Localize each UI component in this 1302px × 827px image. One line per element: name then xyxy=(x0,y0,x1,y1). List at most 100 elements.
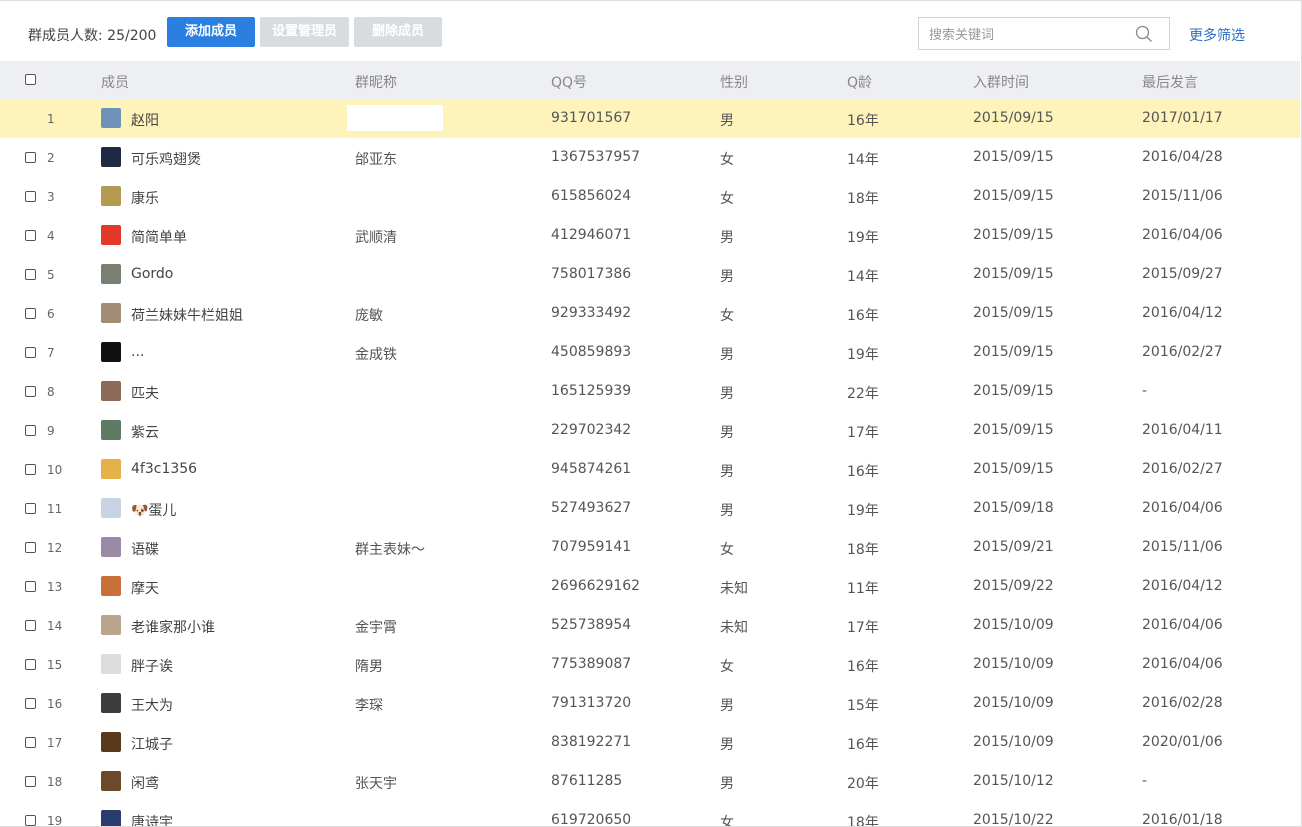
member-name[interactable]: 语碟 xyxy=(131,539,159,559)
row-checkbox[interactable] xyxy=(25,620,36,631)
column-nickname[interactable]: 群昵称 xyxy=(355,72,397,92)
select-all-checkbox[interactable] xyxy=(25,74,36,85)
table-row[interactable]: 13 摩天 2696629162 未知 11年 2015/09/22 2016/04/12 xyxy=(0,567,1300,606)
column-qage[interactable]: Q龄 xyxy=(847,72,872,92)
row-checkbox[interactable] xyxy=(25,269,36,280)
row-checkbox[interactable] xyxy=(25,542,36,553)
table-row[interactable]: 17 江城子 838192271 男 16年 2015/10/09 2020/01/06 xyxy=(0,723,1300,762)
table-row[interactable]: 19 唐诗宇 619720650 女 18年 2015/10/22 2016/01/18 xyxy=(0,801,1300,826)
table-row[interactable]: 9 紫云 229702342 男 17年 2015/09/15 2016/04/11 xyxy=(0,411,1300,450)
row-checkbox[interactable] xyxy=(25,425,36,436)
row-checkbox[interactable] xyxy=(25,308,36,319)
table-row[interactable]: 5 Gordo 758017386 男 14年 2015/09/15 2015/09/27 xyxy=(0,255,1300,294)
member-name[interactable]: 摩天 xyxy=(131,578,159,598)
add-member-button[interactable]: 添加成员 xyxy=(167,17,255,47)
row-checkbox[interactable] xyxy=(25,191,36,202)
row-checkbox[interactable] xyxy=(25,464,36,475)
avatar[interactable] xyxy=(101,654,121,674)
row-checkbox[interactable] xyxy=(25,659,36,670)
avatar[interactable] xyxy=(101,732,121,752)
member-name[interactable]: ... xyxy=(131,344,144,360)
avatar[interactable] xyxy=(101,537,121,557)
member-name[interactable]: 紫云 xyxy=(131,422,159,442)
avatar[interactable] xyxy=(101,342,121,362)
column-member[interactable]: 成员 xyxy=(101,72,129,92)
avatar[interactable] xyxy=(101,225,121,245)
member-name[interactable]: 老谁家那小谁 xyxy=(131,617,215,637)
row-checkbox[interactable] xyxy=(25,776,36,787)
column-gender[interactable]: 性别 xyxy=(720,72,748,92)
avatar[interactable] xyxy=(101,615,121,635)
avatar[interactable] xyxy=(101,108,121,128)
column-last-post[interactable]: 最后发言 xyxy=(1142,72,1198,92)
member-name[interactable]: 江城子 xyxy=(131,734,173,754)
row-checkbox[interactable] xyxy=(25,698,36,709)
avatar[interactable] xyxy=(101,810,121,826)
member-gender: 男 xyxy=(720,503,734,519)
avatar[interactable] xyxy=(101,381,121,401)
nickname-edit-field[interactable] xyxy=(347,105,443,131)
member-joined: 2015/10/09 xyxy=(973,734,1054,750)
row-checkbox[interactable] xyxy=(25,347,36,358)
member-name[interactable]: 王大为 xyxy=(131,695,173,715)
avatar[interactable] xyxy=(101,498,121,518)
column-qq[interactable]: QQ号 xyxy=(551,72,587,92)
table-row[interactable]: 18 闲鸢 张天宇 87611285 男 20年 2015/10/12 - xyxy=(0,762,1300,801)
member-name[interactable]: 匹夫 xyxy=(131,383,159,403)
table-row[interactable]: 7... 金成铁 450859893 男 19年 2015/09/15 2016/02/27 xyxy=(0,333,1300,372)
row-checkbox[interactable] xyxy=(25,230,36,241)
member-name[interactable]: 唐诗宇 xyxy=(131,812,173,826)
member-name[interactable]: 赵阳 xyxy=(131,110,159,130)
avatar[interactable] xyxy=(101,771,121,791)
member-name[interactable]: 简简单单 xyxy=(131,227,187,247)
member-name[interactable]: 可乐鸡翅煲 xyxy=(131,149,201,169)
table-row[interactable]: 4 简简单单 武顺清 412946071 男 19年 2015/09/15 2016/04/0… xyxy=(0,216,1300,255)
table-row[interactable]: 15 胖子诶 隋男 775389087 女 16年 2015/10/09 2016/04/06 xyxy=(0,645,1300,684)
avatar[interactable] xyxy=(101,420,121,440)
member-name[interactable]: Gordo xyxy=(131,266,173,282)
row-checkbox[interactable] xyxy=(25,152,36,163)
table-row[interactable]: 10 4f3c1356 945874261 男 16年 2015/09/15 2016/02… xyxy=(0,450,1300,489)
table-row[interactable]: 16 王大为 李琛 791313720 男 15年 2015/10/09 2016/02/28 xyxy=(0,684,1300,723)
member-name[interactable]: 4f3c1356 xyxy=(131,461,197,477)
member-last-post: 2016/02/28 xyxy=(1142,695,1223,711)
member-name[interactable]: 闲鸢 xyxy=(131,773,159,793)
member-nickname: 隋男 xyxy=(355,659,383,675)
search-icon[interactable] xyxy=(1135,25,1153,43)
table-row[interactable]: 11 🐶蛋儿 527493627 男 19年 2015/09/18 2016/04/06 xyxy=(0,489,1300,528)
column-joined[interactable]: 入群时间 xyxy=(973,72,1029,92)
row-checkbox[interactable] xyxy=(25,503,36,514)
member-joined: 2015/09/15 xyxy=(973,110,1054,126)
table-row[interactable]: 14 老谁家那小谁 金宇霄 525738954 未知 17年 2015/10/09 2016/… xyxy=(0,606,1300,645)
search-input[interactable] xyxy=(927,24,1131,46)
avatar[interactable] xyxy=(101,459,121,479)
row-checkbox[interactable] xyxy=(25,737,36,748)
row-index: 15 xyxy=(47,658,63,672)
table-row[interactable]: 1 赵阳 931701567 男 16年 2015/09/15 2017/01/17 xyxy=(0,99,1300,138)
row-index: 9 xyxy=(47,424,55,438)
row-checkbox[interactable] xyxy=(25,386,36,397)
delete-member-button[interactable]: 删除成员 xyxy=(354,17,442,47)
row-checkbox[interactable] xyxy=(25,815,36,826)
member-name[interactable]: 康乐 xyxy=(131,188,159,208)
avatar[interactable] xyxy=(101,186,121,206)
member-name[interactable]: 荷兰妹妹牛栏姐姐 xyxy=(131,305,243,325)
avatar[interactable] xyxy=(101,264,121,284)
avatar[interactable] xyxy=(101,147,121,167)
member-name[interactable]: 🐶蛋儿 xyxy=(131,500,176,520)
table-row[interactable]: 8 匹夫 165125939 男 22年 2015/09/15 - xyxy=(0,372,1300,411)
avatar[interactable] xyxy=(101,303,121,323)
member-joined: 2015/09/15 xyxy=(973,149,1054,165)
set-admin-button[interactable]: 设置管理员 xyxy=(260,17,349,47)
avatar[interactable] xyxy=(101,693,121,713)
table-row[interactable]: 3 康乐 615856024 女 18年 2015/09/15 2015/11/06 xyxy=(0,177,1300,216)
avatar[interactable] xyxy=(101,576,121,596)
member-name[interactable]: 胖子诶 xyxy=(131,656,173,676)
member-last-post: - xyxy=(1142,383,1148,399)
search-box xyxy=(918,17,1170,50)
table-row[interactable]: 12 语碟 群主表妹～ 707959141 女 18年 2015/09/21 2015/11/… xyxy=(0,528,1300,567)
more-filter-link[interactable]: 更多筛选 xyxy=(1189,25,1245,45)
table-row[interactable]: 6 荷兰妹妹牛栏姐姐 庞敏 929333492 女 16年 2015/09/15 2016/0… xyxy=(0,294,1300,333)
row-checkbox[interactable] xyxy=(25,581,36,592)
table-row[interactable]: 2 可乐鸡翅煲 邰亚东 1367537957 女 14年 2015/09/15 2016/04… xyxy=(0,138,1300,177)
